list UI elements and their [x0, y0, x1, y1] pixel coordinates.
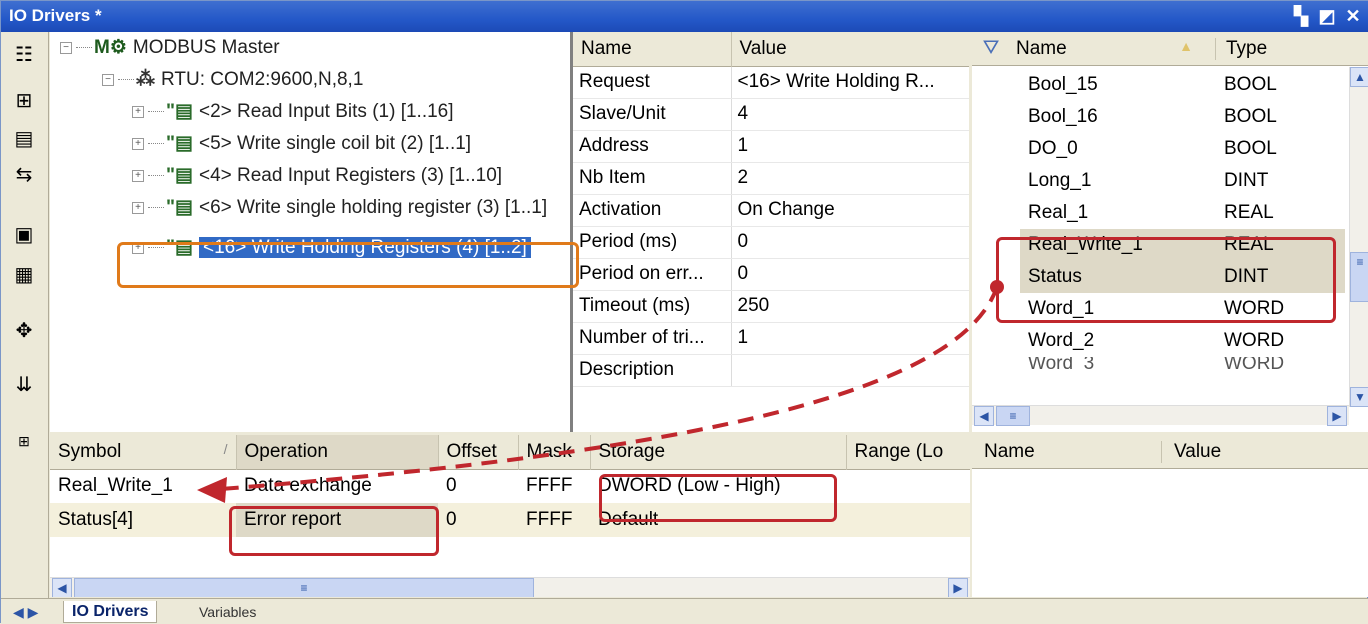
- property-row[interactable]: Address 1: [573, 130, 969, 163]
- scroll-right-icon[interactable]: ▶: [948, 578, 968, 597]
- vertical-scrollbar[interactable]: ▲ ≡ ▼: [1349, 67, 1368, 407]
- property-row[interactable]: Number of tri... 1: [573, 322, 969, 355]
- tree-item-request[interactable]: + "▤ <4> Read Input Registers (3) [1..10]: [132, 160, 502, 192]
- window-title: IO Drivers *: [9, 6, 102, 25]
- column-header-type[interactable]: Type: [1216, 38, 1267, 60]
- property-row[interactable]: Request <16> Write Holding R...: [573, 66, 969, 99]
- filter-icon[interactable]: ⛛: [972, 37, 1010, 60]
- io-drivers-window: IO Drivers * ▚ ◩ ✕ ☷ ⊞ ▤ ⇆ ▣ ▦ ✥ ⇊ ⊞ − M⚙…: [0, 0, 1368, 624]
- properties-panel: Name Value Request <16> Write Holding R..…: [573, 32, 969, 432]
- column-header-storage[interactable]: Storage: [590, 435, 847, 469]
- modbus-master-icon: M⚙: [94, 37, 127, 58]
- link-icon[interactable]: ⇆: [11, 162, 37, 188]
- rtu-port-icon: ⁂: [136, 69, 155, 90]
- variable-row[interactable]: Word_3 WORD: [1020, 357, 1345, 371]
- collapse-icon[interactable]: −: [60, 41, 72, 54]
- title-bar: IO Drivers * ▚ ◩ ✕: [1, 1, 1368, 32]
- tree-root[interactable]: − M⚙ MODBUS Master: [60, 32, 280, 64]
- table-icon[interactable]: ▦: [11, 262, 37, 288]
- property-row[interactable]: Period on err... 0: [573, 258, 969, 291]
- tree-item-request[interactable]: + "▤ <5> Write single coil bit (2) [1..1]: [132, 128, 471, 160]
- column-header-offset[interactable]: Offset: [438, 435, 519, 469]
- annotation-error-report: [229, 506, 439, 556]
- scroll-thumb[interactable]: ≡: [1350, 252, 1368, 302]
- column-header-name[interactable]: Name ▲: [1010, 37, 1216, 60]
- expand-icon[interactable]: +: [132, 105, 144, 118]
- variable-row[interactable]: Word_2 WORD: [1020, 325, 1345, 357]
- horizontal-scrollbar[interactable]: ◀ ≡ ▶: [972, 405, 1349, 426]
- tree-rtu[interactable]: − ⁂ RTU: COM2:9600,N,8,1: [102, 64, 363, 96]
- sort-icon: /: [223, 440, 228, 457]
- column-header-operation[interactable]: Operation: [236, 435, 439, 469]
- property-row[interactable]: Period (ms) 0: [573, 226, 969, 259]
- variable-row[interactable]: DO_0 BOOL: [1020, 133, 1345, 165]
- variable-row[interactable]: Bool_15 BOOL: [1020, 69, 1345, 101]
- sort-icon[interactable]: ⇊: [11, 372, 37, 398]
- sync-icon[interactable]: ✥: [11, 318, 37, 344]
- column-header-name[interactable]: Name: [972, 440, 1162, 463]
- annotation-variables: [996, 237, 1336, 323]
- variable-row[interactable]: Bool_16 BOOL: [1020, 101, 1345, 133]
- annotation-storage: [599, 474, 837, 522]
- property-row[interactable]: Nb Item 2: [573, 162, 969, 195]
- scroll-thumb[interactable]: ≡: [996, 406, 1030, 426]
- property-row[interactable]: Slave/Unit 4: [573, 98, 969, 131]
- column-header-name[interactable]: Name: [573, 32, 732, 66]
- variables-header: ⛛ Name ▲ Type: [972, 32, 1368, 66]
- tree-item-request[interactable]: + "▤ <2> Read Input Bits (1) [1..16]: [132, 96, 454, 128]
- request-icon: "▤: [166, 197, 193, 218]
- annotation-selected-request: [117, 242, 579, 288]
- column-header-mask[interactable]: Mask: [518, 435, 591, 469]
- expand-icon[interactable]: +: [132, 137, 144, 150]
- sort-asc-icon: ▲: [1179, 37, 1193, 54]
- property-row[interactable]: Description: [573, 354, 969, 387]
- scroll-thumb[interactable]: ≡: [74, 578, 534, 597]
- tab-bar: ◀ ▶ IO Drivers Variables: [1, 598, 1368, 624]
- scroll-down-icon[interactable]: ▼: [1350, 387, 1368, 407]
- tab-variables[interactable]: Variables: [191, 601, 264, 623]
- variable-row[interactable]: Long_1 DINT: [1020, 165, 1345, 197]
- tab-scroll-icon[interactable]: ◀ ▶: [5, 601, 46, 623]
- property-row[interactable]: Activation On Change: [573, 194, 969, 227]
- scroll-left-icon[interactable]: ◀: [52, 578, 72, 597]
- network-icon[interactable]: ⊞: [11, 88, 37, 114]
- driver-tree: − M⚙ MODBUS Master − ⁂ RTU: COM2:9600,N,8,1 …: [50, 32, 570, 432]
- grid-header: Symbol / Operation Offset Mask Storage Ra…: [50, 435, 970, 469]
- values-header: Name Value: [972, 435, 1368, 469]
- column-header-value[interactable]: Value: [731, 32, 969, 66]
- collapse-icon[interactable]: −: [102, 73, 114, 86]
- tree-item-request[interactable]: + "▤ <6> Write single holding register (3)…: [132, 192, 547, 224]
- variable-row[interactable]: Real_1 REAL: [1020, 197, 1345, 229]
- request-icon: "▤: [166, 101, 193, 122]
- tree-view-icon[interactable]: ☷: [11, 42, 37, 68]
- expand-icon[interactable]: +: [132, 169, 144, 182]
- scroll-right-icon[interactable]: ▶: [1327, 406, 1347, 426]
- request-icon: "▤: [166, 133, 193, 154]
- add-request-icon[interactable]: ▤: [11, 126, 37, 152]
- edit-icon[interactable]: ▣: [11, 222, 37, 248]
- dock-icon[interactable]: ▚: [1291, 6, 1311, 26]
- column-header-range[interactable]: Range (Lo: [846, 435, 970, 469]
- tab-io-drivers[interactable]: IO Drivers: [63, 601, 158, 623]
- column-header-value[interactable]: Value: [1162, 441, 1221, 463]
- properties-header: Name Value: [573, 32, 969, 66]
- expand-icon[interactable]: +: [132, 201, 144, 214]
- close-icon[interactable]: ✕: [1343, 6, 1363, 26]
- column-header-symbol[interactable]: Symbol /: [50, 435, 237, 469]
- variables-panel: ⛛ Name ▲ Type Bool_15 BOOL Bool_16 BOOL DO_…: [972, 32, 1368, 432]
- scroll-up-icon[interactable]: ▲: [1350, 67, 1368, 87]
- scroll-left-icon[interactable]: ◀: [974, 406, 994, 426]
- horizontal-scrollbar[interactable]: ◀ ≡ ▶: [50, 577, 970, 597]
- expand-icon[interactable]: ⊞: [11, 428, 37, 454]
- property-row[interactable]: Timeout (ms) 250: [573, 290, 969, 323]
- left-toolbar: ☷ ⊞ ▤ ⇆ ▣ ▦ ✥ ⇊ ⊞: [1, 32, 49, 598]
- request-icon: "▤: [166, 165, 193, 186]
- restore-icon[interactable]: ◩: [1317, 6, 1337, 26]
- values-panel: Name Value: [972, 435, 1368, 597]
